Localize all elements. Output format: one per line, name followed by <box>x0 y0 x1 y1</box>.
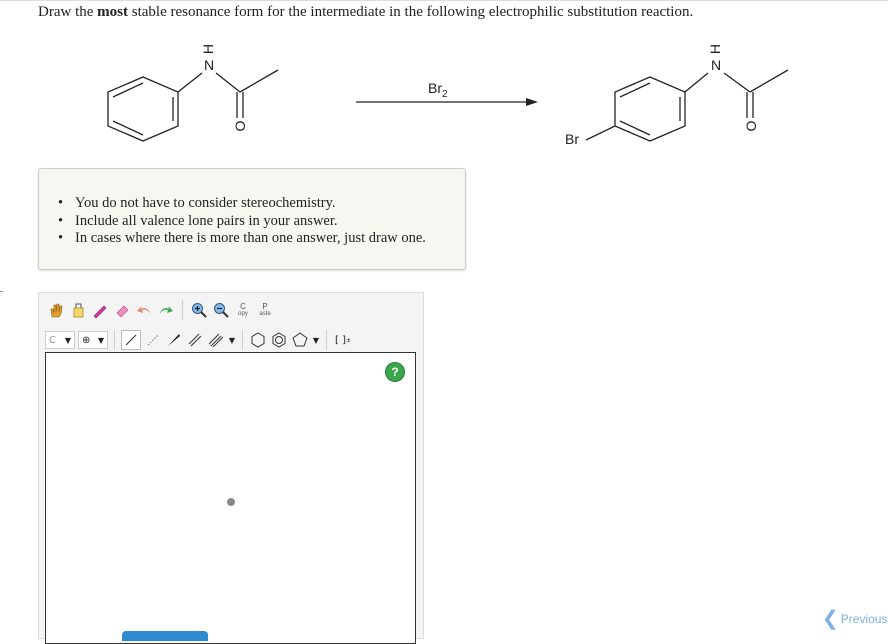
hint-button[interactable] <box>122 631 208 641</box>
question-prefix: Draw the <box>38 4 98 20</box>
question-suffix: stable resonance form for the intermedia… <box>127 4 694 20</box>
top-border <box>0 0 888 1</box>
instruction-item: You do not have to consider stereochemis… <box>58 195 426 213</box>
dropdown-arrow-icon: ▼ <box>97 335 104 345</box>
element-selector[interactable]: C ▼ <box>45 331 75 349</box>
reactant-n-label: N <box>204 57 214 73</box>
molecule-editor: Copy Paste C ▼ ⊕ ▼ ▼ ▼ [ ] ± ? <box>38 292 424 644</box>
cyclohexane-icon[interactable] <box>249 331 267 349</box>
editor-toolbar-bottom: C ▼ ⊕ ▼ ▼ ▼ [ ] ± <box>45 329 353 351</box>
help-button[interactable]: ? <box>386 363 404 381</box>
double-bond-icon[interactable] <box>186 331 204 349</box>
benzene-icon[interactable] <box>270 331 288 349</box>
single-bond-icon[interactable] <box>121 330 141 350</box>
triple-bond-icon[interactable] <box>207 331 225 349</box>
zoom-in-icon[interactable] <box>190 301 208 319</box>
undo-icon[interactable] <box>135 301 153 319</box>
editor-toolbar-top: Copy Paste <box>47 299 274 321</box>
eraser-icon[interactable] <box>113 301 131 319</box>
hashed-bond-icon[interactable] <box>144 331 162 349</box>
wedge-bond-icon[interactable] <box>165 331 183 349</box>
toolbar-divider <box>326 330 327 350</box>
toolbar-divider <box>242 330 243 350</box>
previous-button[interactable]: ❮ Previous <box>822 608 888 630</box>
pencil-icon[interactable] <box>91 301 109 319</box>
erase-bucket-icon[interactable] <box>69 301 87 319</box>
reagent-label: Br2 <box>428 80 448 100</box>
instruction-item: In cases where there is more than one an… <box>58 230 426 248</box>
toolbar-divider <box>182 300 183 320</box>
product-o-label: O <box>743 120 759 131</box>
charge-selector[interactable]: ⊕ ▼ <box>78 331 108 349</box>
zoom-out-icon[interactable] <box>212 301 230 319</box>
question-text: Draw the most stable resonance form for … <box>38 4 693 21</box>
redo-icon[interactable] <box>157 301 175 319</box>
dropdown-arrow-icon[interactable]: ▼ <box>228 331 236 349</box>
chevron-left-icon: ❮ <box>822 608 839 630</box>
drawing-canvas[interactable]: ? <box>45 352 416 644</box>
cyclopentane-icon[interactable] <box>291 331 309 349</box>
dropdown-arrow-icon[interactable]: ▼ <box>312 331 320 349</box>
reactant-molecule <box>107 69 279 142</box>
instructions-box: You do not have to consider stereochemis… <box>38 168 466 270</box>
reaction-scheme: H N O Br2 H N O Br <box>107 44 789 147</box>
bracket-button[interactable]: [ ] ± <box>333 331 353 349</box>
previous-label: Previous <box>840 612 888 626</box>
left-edge-mark <box>0 291 3 292</box>
paste-button[interactable]: Paste <box>256 301 274 319</box>
hand-icon[interactable] <box>47 301 65 319</box>
reactant-o-label: O <box>232 120 248 131</box>
plus-charge-icon: ⊕ <box>82 334 91 346</box>
canvas-marker-dot <box>227 498 235 506</box>
reactant-h-label: H <box>200 44 216 54</box>
product-h-label: H <box>707 44 723 54</box>
copy-button[interactable]: Copy <box>234 301 252 319</box>
product-n-label: N <box>711 57 721 73</box>
instructions-list: You do not have to consider stereochemis… <box>58 195 426 248</box>
dropdown-arrow-icon: ▼ <box>64 335 71 345</box>
toolbar-divider <box>114 330 115 350</box>
instruction-item: Include all valence lone pairs in your a… <box>58 213 426 231</box>
product-br-label: Br <box>565 131 579 147</box>
question-bold: most <box>97 4 128 20</box>
